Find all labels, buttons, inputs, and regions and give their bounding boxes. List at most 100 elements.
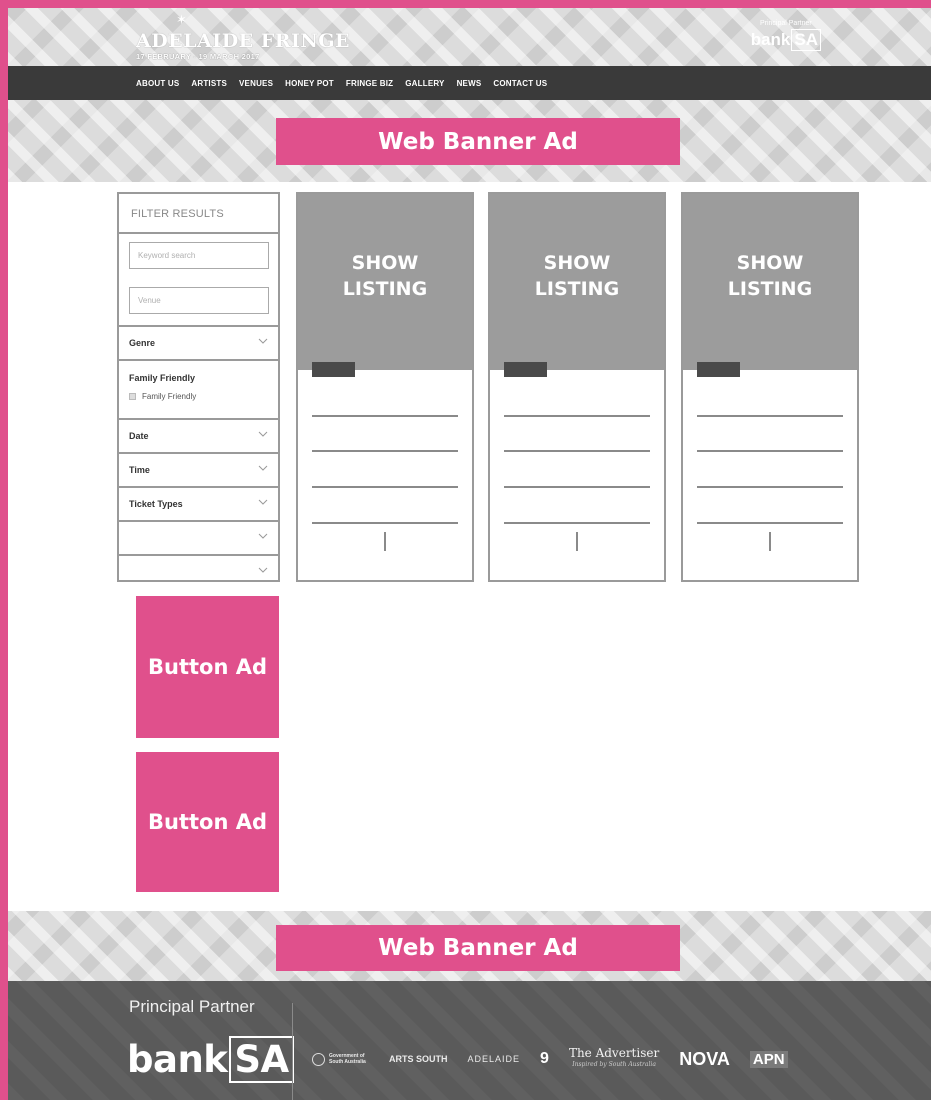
genre-dropdown[interactable]: Genre: [119, 327, 278, 361]
page-frame: ✶ ADELAIDE FRINGE 17 FEBRUARY - 19 MARCH…: [8, 8, 931, 1100]
sponsor-advertiser-tag: Inspired by South Australia: [572, 1061, 656, 1068]
button-ad-2[interactable]: Button Ad: [136, 752, 279, 892]
sponsor-adelaide[interactable]: ADELAIDE: [468, 1054, 521, 1064]
card-image: SHOW LISTING: [490, 194, 664, 370]
sponsor-apn-text: APN: [752, 1050, 785, 1068]
sponsor-nine-text: 9: [540, 1050, 549, 1067]
card-text-line: [697, 522, 843, 524]
sponsor-arts-south[interactable]: ARTS SOUTH: [389, 1054, 448, 1064]
genre-label: Genre: [129, 338, 156, 348]
nav-fringe-biz[interactable]: FRINGE BIZ: [346, 79, 393, 88]
footer: Principal Partner bank SA Government of S…: [8, 981, 931, 1100]
card-title: SHOW LISTING: [342, 252, 428, 300]
card-text-line: [312, 450, 458, 452]
card-divider: [769, 532, 771, 551]
button-ad-1[interactable]: Button Ad: [136, 596, 279, 738]
bank-text: bank: [750, 30, 791, 49]
adelaide-fringe-logo[interactable]: ✶ ADELAIDE FRINGE 17 FEBRUARY - 19 MARCH…: [136, 12, 351, 61]
family-friendly-section: Family Friendly Family Friendly: [119, 361, 278, 420]
card-text-line: [312, 522, 458, 524]
show-listing-card[interactable]: SHOW LISTING: [296, 192, 474, 582]
main-nav: ABOUT US ARTISTS VENUES HONEY POT FRINGE…: [8, 66, 931, 100]
card-tag: [312, 362, 355, 377]
card-text-line: [504, 415, 650, 417]
nav-contact-us[interactable]: CONTACT US: [493, 79, 547, 88]
sa-text: SA: [791, 29, 821, 51]
footer-banksa-logo[interactable]: bank SA: [127, 1036, 294, 1083]
ticket-types-label: Ticket Types: [129, 499, 183, 509]
nav-news[interactable]: NEWS: [457, 79, 482, 88]
sponsor-advertiser-text: The Advertiser: [568, 1046, 660, 1060]
logo-dates: 17 FEBRUARY - 19 MARCH 2017: [136, 52, 260, 61]
card-text-line: [504, 450, 650, 452]
partner-label: Principal Partner: [759, 20, 812, 27]
sponsor-nova[interactable]: NOVA: [679, 1049, 730, 1070]
nav-venues[interactable]: VENUES: [239, 79, 273, 88]
time-dropdown[interactable]: Time: [119, 454, 278, 488]
family-friendly-checkbox[interactable]: Family Friendly: [129, 392, 278, 401]
venue-input[interactable]: [129, 287, 269, 314]
header: ✶ ADELAIDE FRINGE 17 FEBRUARY - 19 MARCH…: [8, 8, 931, 66]
filter-panel: FILTER RESULTS Genre Family Friendly Fam…: [117, 192, 280, 582]
bank-text: bank: [127, 1038, 228, 1081]
sponsor-apn[interactable]: APN: [749, 1050, 788, 1068]
card-tag: [697, 362, 740, 377]
footer-partner-label: Principal Partner: [129, 997, 255, 1016]
chevron-down-icon: [258, 338, 268, 344]
chevron-down-icon: [258, 499, 268, 505]
sa-text: SA: [229, 1036, 294, 1083]
family-friendly-option: Family Friendly: [142, 392, 197, 401]
nav-honey-pot[interactable]: HONEY POT: [285, 79, 334, 88]
top-web-banner-ad[interactable]: Web Banner Ad: [276, 118, 680, 165]
advertiser-wrap: The Advertiser Inspired by South Austral…: [569, 1047, 659, 1071]
card-text-line: [697, 415, 843, 417]
bottom-web-banner-ad[interactable]: Web Banner Ad: [276, 925, 680, 971]
sponsor-adelaide-text: ADELAIDE: [467, 1054, 521, 1064]
footer-divider: [292, 1003, 293, 1100]
sponsor-advertiser[interactable]: The Advertiser Inspired by South Austral…: [569, 1047, 659, 1071]
card-text-line: [504, 522, 650, 524]
nav-about-us[interactable]: ABOUT US: [136, 79, 179, 88]
keyword-search-input[interactable]: [129, 242, 269, 269]
logo-name: ADELAIDE FRINGE: [136, 30, 351, 52]
card-text-line: [312, 486, 458, 488]
chevron-down-icon: [258, 465, 268, 471]
filter-inputs: [119, 234, 278, 327]
nav-list: ABOUT US ARTISTS VENUES HONEY POT FRINGE…: [136, 66, 547, 100]
sponsor-channel-nine[interactable]: 9: [540, 1050, 549, 1068]
card-tag: [504, 362, 547, 377]
empty-dropdown-2[interactable]: [119, 556, 278, 590]
sponsor-arts-text: ARTS SOUTH: [389, 1054, 448, 1064]
chevron-down-icon: [258, 431, 268, 437]
card-text-line: [697, 450, 843, 452]
card-text-line: [697, 486, 843, 488]
checkbox-icon: [129, 393, 136, 400]
chevron-down-icon: [258, 533, 268, 539]
sponsor-nova-text: NOVA: [679, 1048, 730, 1069]
bottom-banner-zone: Web Banner Ad: [8, 911, 931, 981]
sponsor-gov-sa[interactable]: Government of South Australia: [312, 1052, 369, 1066]
banksa-logo: bank SA: [751, 29, 821, 51]
star-icon: ✶: [176, 12, 187, 27]
crest-icon: [312, 1052, 325, 1066]
show-listing-card[interactable]: SHOW LISTING: [488, 192, 666, 582]
sponsor-logos: Government of South Australia ARTS SOUTH…: [312, 1047, 788, 1071]
time-label: Time: [129, 465, 150, 475]
card-divider: [384, 532, 386, 551]
ticket-types-dropdown[interactable]: Ticket Types: [119, 488, 278, 522]
card-title: SHOW LISTING: [534, 252, 620, 300]
card-image: SHOW LISTING: [298, 194, 472, 370]
chevron-down-icon: [258, 567, 268, 573]
card-divider: [576, 532, 578, 551]
filter-title: FILTER RESULTS: [119, 194, 278, 234]
card-image: SHOW LISTING: [683, 194, 857, 370]
nav-artists[interactable]: ARTISTS: [191, 79, 227, 88]
empty-dropdown-1[interactable]: [119, 522, 278, 556]
card-text-line: [312, 415, 458, 417]
show-listing-card[interactable]: SHOW LISTING: [681, 192, 859, 582]
date-dropdown[interactable]: Date: [119, 420, 278, 454]
family-friendly-title: Family Friendly: [129, 373, 196, 383]
card-text-line: [504, 486, 650, 488]
principal-partner-top[interactable]: Principal Partner bank SA: [751, 20, 821, 51]
nav-gallery[interactable]: GALLERY: [405, 79, 444, 88]
